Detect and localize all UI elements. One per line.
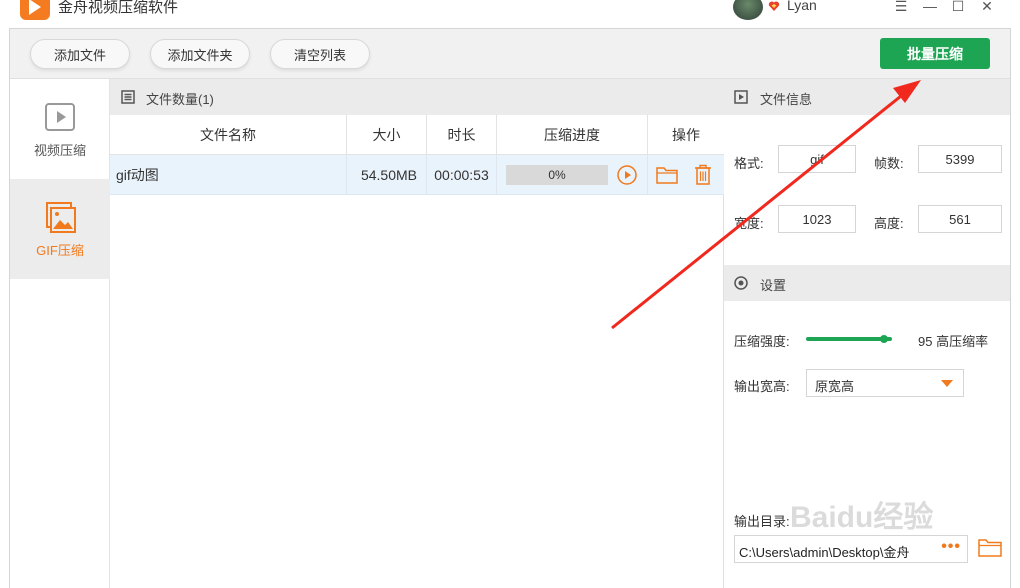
strength-label: 压缩强度: bbox=[734, 334, 790, 349]
title-bar: 金舟视频压缩软件 Lyan ☰ — ☐ ✕ bbox=[0, 0, 1020, 28]
file-info-header: 文件信息 bbox=[724, 79, 1010, 115]
file-name-cell: gif动图 bbox=[110, 155, 347, 195]
settings-header: 设置 bbox=[724, 265, 1010, 301]
column-header-size: 大小 bbox=[347, 115, 427, 155]
chevron-down-icon bbox=[941, 380, 953, 387]
output-dir-label: 输出目录: bbox=[734, 514, 790, 529]
batch-compress-button[interactable]: 批量压缩 bbox=[880, 38, 990, 69]
strength-value: 95 高压缩率 bbox=[918, 334, 989, 349]
settings-icon bbox=[734, 276, 748, 290]
output-dir-field[interactable]: C:\Users\admin\Desktop\金舟 ••• bbox=[734, 535, 968, 563]
file-info-icon bbox=[734, 90, 748, 104]
file-size-cell: 54.50MB bbox=[347, 155, 427, 195]
output-size-value: 原宽高 bbox=[815, 379, 855, 394]
vip-heart-icon bbox=[768, 1, 780, 12]
trash-icon[interactable] bbox=[694, 164, 712, 185]
sidebar: 视频压缩 GIF压缩 bbox=[10, 79, 110, 588]
settings-title: 设置 bbox=[760, 278, 787, 293]
browse-dots-button[interactable]: ••• bbox=[941, 538, 961, 556]
app-title: 金舟视频压缩软件 bbox=[58, 0, 179, 16]
sidebar-item-video-compress[interactable]: 视频压缩 bbox=[10, 79, 110, 179]
maximize-button[interactable]: ☐ bbox=[948, 0, 968, 16]
output-size-select[interactable]: 原宽高 bbox=[806, 369, 964, 397]
image-icon bbox=[46, 201, 76, 233]
column-header-duration: 时长 bbox=[427, 115, 497, 155]
add-folder-button[interactable]: 添加文件夹 bbox=[150, 39, 250, 69]
file-list-header: 文件数量(1) bbox=[110, 79, 724, 115]
column-header-progress: 压缩进度 bbox=[497, 115, 648, 155]
user-avatar[interactable] bbox=[733, 0, 763, 20]
app-logo-icon bbox=[20, 0, 50, 20]
file-info-panel: 文件信息 格式: gif 帧数: 5399 宽度: 1023 高度: 561 设… bbox=[724, 79, 1010, 588]
strength-slider[interactable] bbox=[806, 335, 892, 343]
progress-text: 0% bbox=[548, 168, 566, 182]
progress-bar: 0% bbox=[506, 165, 608, 185]
close-button[interactable]: ✕ bbox=[977, 0, 997, 16]
sidebar-item-label: GIF压缩 bbox=[36, 242, 84, 258]
file-duration-cell: 00:00:53 bbox=[427, 155, 497, 195]
slider-thumb[interactable] bbox=[880, 335, 889, 343]
add-file-button[interactable]: 添加文件 bbox=[30, 39, 130, 69]
output-dir-value: C:\Users\admin\Desktop\金舟 bbox=[739, 545, 910, 560]
list-icon bbox=[121, 90, 135, 104]
width-label: 宽度: bbox=[734, 216, 764, 231]
format-label: 格式: bbox=[734, 156, 764, 171]
output-size-label: 输出宽高: bbox=[734, 379, 790, 394]
toolbar: 添加文件 添加文件夹 清空列表 批量压缩 bbox=[10, 29, 1010, 79]
width-field: 1023 bbox=[778, 205, 856, 233]
open-folder-icon[interactable] bbox=[978, 537, 1002, 557]
format-field: gif bbox=[778, 145, 856, 173]
file-count: 文件数量(1) bbox=[146, 92, 214, 107]
file-info-title: 文件信息 bbox=[760, 92, 813, 107]
frames-field: 5399 bbox=[918, 145, 1002, 173]
user-name[interactable]: Lyan bbox=[787, 0, 817, 13]
main-window: 添加文件 添加文件夹 清空列表 批量压缩 视频压缩 GIF压缩 文件数量(1) … bbox=[9, 28, 1011, 588]
sidebar-item-gif-compress[interactable]: GIF压缩 bbox=[10, 179, 110, 279]
minimize-button[interactable]: — bbox=[920, 0, 940, 16]
file-list-panel: 文件数量(1) 文件名称 大小 时长 压缩进度 操作 gif动图 54.50MB… bbox=[110, 79, 724, 588]
sidebar-item-label: 视频压缩 bbox=[33, 142, 86, 158]
frames-label: 帧数: bbox=[874, 156, 904, 171]
height-field: 561 bbox=[918, 205, 1002, 233]
folder-icon[interactable] bbox=[656, 165, 678, 184]
column-header-actions: 操作 bbox=[648, 115, 724, 155]
table-row[interactable]: gif动图 54.50MB 00:00:53 0% bbox=[110, 155, 724, 195]
column-header-name: 文件名称 bbox=[110, 115, 347, 155]
video-icon bbox=[45, 102, 75, 131]
menu-button[interactable]: ☰ bbox=[891, 0, 911, 16]
clear-list-button[interactable]: 清空列表 bbox=[270, 39, 370, 69]
play-icon[interactable] bbox=[617, 165, 637, 185]
height-label: 高度: bbox=[874, 216, 904, 231]
